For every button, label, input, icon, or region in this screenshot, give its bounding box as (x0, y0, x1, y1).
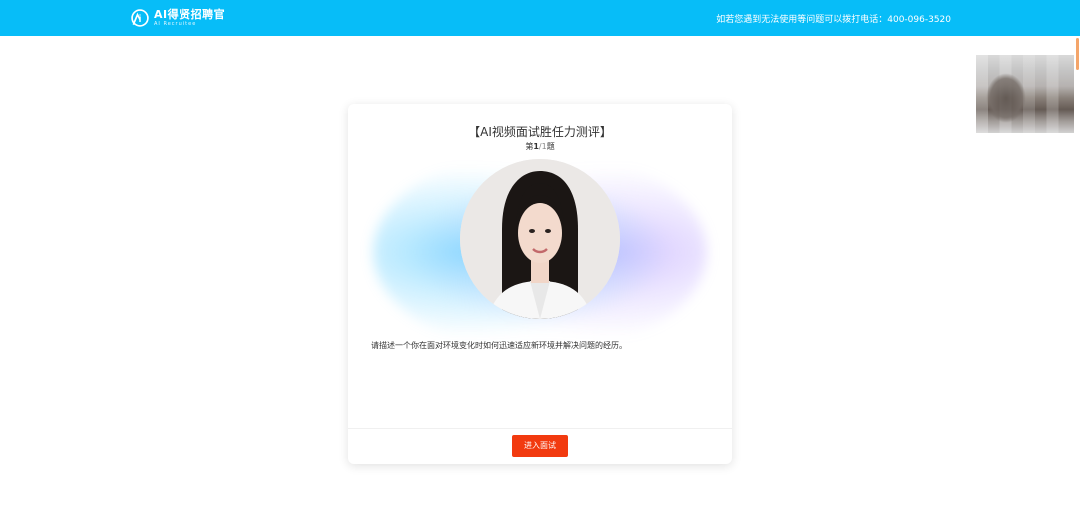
interview-title: 【AI视频面试胜任力测评】 (468, 125, 612, 139)
interviewer-avatar (460, 159, 620, 319)
support-contact-text: 如若您遇到无法使用等问题可以拨打电话：400-096-3520 (716, 15, 951, 25)
logo-subtitle: AI Recruitee (154, 21, 197, 27)
progress-suffix: 题 (546, 142, 555, 151)
scrollbar-thumb[interactable] (1076, 38, 1079, 70)
interview-question: 请描述一个你在面对环境变化时如何迅速适应新环境并解决问题的经历。 (371, 341, 627, 350)
top-bar: i AI得贤招聘官 AI Recruitee 如若您遇到无法使用等问题可以拨打电… (0, 0, 1080, 36)
logo[interactable]: i AI得贤招聘官 AI Recruitee (130, 7, 225, 29)
card-footer: 进入面试 (348, 428, 732, 464)
camera-preview (976, 55, 1074, 133)
question-progress: 第1/1题 (348, 141, 732, 152)
interview-card: 【AI视频面试胜任力测评】 第1/1题 请描述一个你在面对环境变化时如何迅速适应… (348, 104, 732, 464)
logo-text: AI得贤招聘官 AI Recruitee (154, 9, 225, 27)
logo-icon: i (131, 9, 149, 27)
logo-title: AI得贤招聘官 (154, 8, 226, 21)
enter-interview-button[interactable]: 进入面试 (512, 435, 568, 457)
interviewer-portrait (460, 159, 620, 319)
